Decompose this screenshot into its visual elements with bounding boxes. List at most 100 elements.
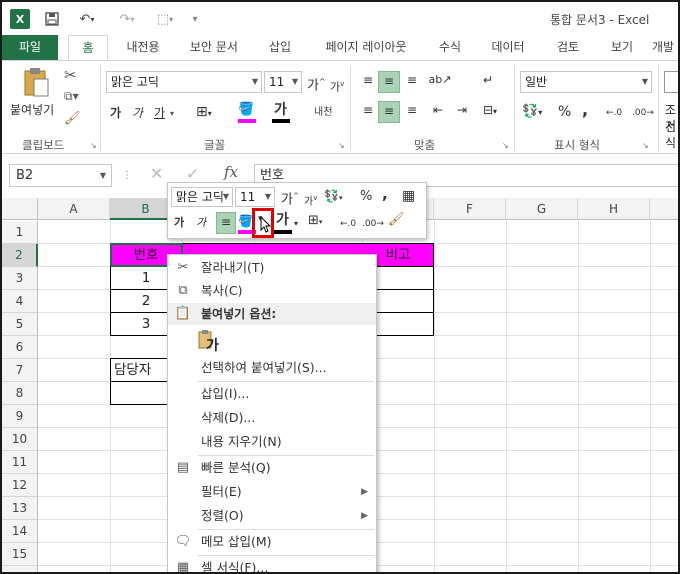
row-header-16[interactable]: 16 bbox=[2, 566, 38, 572]
mini-percent-icon[interactable]: % bbox=[360, 188, 372, 206]
grow-font-icon[interactable]: 가^ bbox=[307, 73, 326, 95]
decrease-indent-icon[interactable]: ⇤ bbox=[428, 101, 448, 121]
underline-dropdown-icon[interactable]: ▾ bbox=[170, 105, 174, 123]
alignment-launcher-icon[interactable]: ↘ bbox=[502, 141, 509, 150]
format-painter-icon[interactable]: 🖌 bbox=[64, 111, 81, 126]
tab-insert[interactable]: 삽입 bbox=[258, 35, 302, 61]
conditional-format-label-2[interactable]: 서식 bbox=[665, 117, 678, 151]
column-header-g[interactable]: G bbox=[506, 198, 578, 220]
mini-format-table-icon[interactable]: ▦ bbox=[402, 187, 415, 205]
merge-center-icon[interactable]: ⊟▾ bbox=[478, 101, 502, 121]
percent-icon[interactable]: % bbox=[558, 103, 571, 121]
row-header-15[interactable]: 15 bbox=[2, 543, 38, 566]
row-header-5[interactable]: 5 bbox=[2, 313, 38, 336]
name-box-splitter-icon[interactable]: ⋮ bbox=[122, 170, 132, 181]
menu-item-format-cells[interactable]: ▦ 셀 서식(F)... bbox=[168, 557, 376, 572]
menu-item-clear-contents[interactable]: 내용 지우기(N) bbox=[168, 431, 376, 453]
align-middle-icon[interactable]: ≡ bbox=[378, 71, 400, 93]
save-icon[interactable] bbox=[42, 9, 62, 29]
mini-comma-icon[interactable]: , bbox=[382, 185, 388, 203]
menu-item-sort[interactable]: 정렬(O) ▶ bbox=[168, 505, 376, 527]
redo-icon[interactable]: ↷ ▾ bbox=[112, 9, 142, 29]
align-left-icon[interactable]: ≡ bbox=[358, 101, 378, 121]
copy-icon[interactable]: ⧉▾ bbox=[64, 89, 79, 104]
cell-b7[interactable]: 담당자 bbox=[114, 359, 170, 381]
align-bottom-icon[interactable]: ≡ bbox=[402, 71, 422, 91]
align-right-icon[interactable]: ≡ bbox=[402, 101, 422, 121]
tab-developer[interactable]: 개발 bbox=[652, 35, 678, 61]
font-size-combo[interactable]: 11 ▼ bbox=[264, 71, 302, 93]
paste-values-option[interactable]: 가 bbox=[198, 329, 224, 357]
row-header-2[interactable]: 2 bbox=[2, 244, 38, 267]
menu-item-quick-analysis[interactable]: ▤ 빠른 분석(Q) bbox=[168, 457, 376, 479]
menu-item-insert-comment[interactable]: 🗨 메모 삽입(M) bbox=[168, 531, 376, 553]
cancel-icon[interactable]: ✕ bbox=[150, 164, 163, 183]
column-header-next[interactable] bbox=[650, 198, 678, 220]
tab-data[interactable]: 데이터 bbox=[482, 35, 534, 61]
row-header-6[interactable]: 6 bbox=[2, 336, 38, 359]
align-center-icon[interactable]: ≡ bbox=[378, 101, 400, 123]
cut-icon[interactable]: ✂ bbox=[64, 66, 77, 84]
select-all-corner[interactable] bbox=[2, 198, 38, 220]
row-header-1[interactable]: 1 bbox=[2, 221, 38, 244]
tab-formulas[interactable]: 수식 bbox=[430, 35, 470, 61]
mini-font-color-icon[interactable]: 가 bbox=[276, 211, 289, 229]
tab-security-doc[interactable]: 보안 문서 bbox=[180, 35, 248, 61]
bold-icon[interactable]: 가 bbox=[110, 104, 121, 122]
column-header-a[interactable]: A bbox=[38, 198, 110, 220]
tab-file[interactable]: 파일 bbox=[2, 35, 58, 61]
mini-shrink-font-icon[interactable]: 가v bbox=[304, 189, 317, 211]
select-icon[interactable]: ⬚ ▾ bbox=[150, 9, 180, 29]
customize-qat-icon[interactable]: ▾ bbox=[188, 9, 202, 29]
row-header-10[interactable]: 10 bbox=[2, 428, 38, 451]
column-header-f[interactable]: F bbox=[434, 198, 506, 220]
enter-icon[interactable]: ✓ bbox=[186, 164, 199, 183]
fill-dropdown-highlight[interactable]: ▾ bbox=[252, 208, 274, 238]
font-color-icon[interactable]: 가 bbox=[274, 101, 287, 119]
increase-decimal-icon[interactable]: ←.0 bbox=[606, 104, 622, 122]
phonetic-icon[interactable]: 내천 bbox=[314, 104, 332, 122]
mini-accounting-icon[interactable]: 💱▾ bbox=[324, 187, 342, 207]
paste-icon[interactable] bbox=[22, 67, 52, 99]
row-header-7[interactable]: 7 bbox=[2, 359, 38, 382]
number-format-combo[interactable]: 일반 ▼ bbox=[520, 71, 652, 93]
mini-center-icon[interactable]: ≡ bbox=[216, 212, 236, 234]
paste-button[interactable]: 붙여넣기 bbox=[10, 101, 54, 118]
orientation-icon[interactable]: ab↗ bbox=[428, 71, 452, 91]
fill-color-icon[interactable]: 🪣 bbox=[238, 101, 254, 119]
underline-icon[interactable]: 가 bbox=[154, 104, 165, 122]
shrink-font-icon[interactable]: 가v bbox=[330, 75, 344, 97]
increase-indent-icon[interactable]: ⇥ bbox=[452, 101, 472, 121]
row-header-14[interactable]: 14 bbox=[2, 520, 38, 543]
menu-item-insert[interactable]: 삽입(I)... bbox=[168, 383, 376, 405]
italic-icon[interactable]: 가 bbox=[132, 104, 143, 122]
row-header-11[interactable]: 11 bbox=[2, 451, 38, 474]
row-header-13[interactable]: 13 bbox=[2, 497, 38, 520]
mini-decrease-decimal-icon[interactable]: .00→ bbox=[362, 215, 384, 233]
mini-italic-icon[interactable]: 가 bbox=[196, 214, 206, 232]
mini-fill-color-icon[interactable]: 🪣 bbox=[238, 212, 253, 230]
name-box[interactable]: B2 ▼ bbox=[9, 164, 112, 187]
tab-review[interactable]: 검토 bbox=[546, 35, 590, 61]
number-launcher-icon[interactable]: ↘ bbox=[642, 141, 649, 150]
decrease-decimal-icon[interactable]: .00→ bbox=[632, 104, 654, 122]
accounting-format-icon[interactable]: 💱▾ bbox=[522, 103, 542, 122]
tab-page-layout[interactable]: 페이지 레이아웃 bbox=[312, 35, 420, 61]
row-header-12[interactable]: 12 bbox=[2, 474, 38, 497]
column-header-h[interactable]: H bbox=[578, 198, 650, 220]
mini-border-icon[interactable]: ⊞▾ bbox=[308, 212, 322, 231]
menu-item-paste-special[interactable]: 선택하여 붙여넣기(S)... bbox=[168, 357, 376, 379]
align-top-icon[interactable]: ≡ bbox=[358, 71, 378, 91]
mini-font-color-dropdown-icon[interactable]: ▾ bbox=[294, 215, 298, 233]
mini-bold-icon[interactable]: 가 bbox=[174, 214, 184, 232]
menu-item-copy[interactable]: ⧉ 복사(C) bbox=[168, 280, 376, 302]
mini-font-size-combo[interactable]: 11 ▼ bbox=[235, 187, 275, 207]
row-header-4[interactable]: 4 bbox=[2, 290, 38, 313]
insert-function-icon[interactable]: fx bbox=[224, 163, 238, 181]
row-header-9[interactable]: 9 bbox=[2, 405, 38, 428]
tab-view[interactable]: 보기 bbox=[600, 35, 644, 61]
mini-font-name-combo[interactable]: 맑은 고딕 ▼ bbox=[171, 187, 233, 207]
conditional-format-icon[interactable] bbox=[664, 71, 678, 93]
clipboard-launcher-icon[interactable]: ↘ bbox=[90, 141, 97, 150]
comma-icon[interactable]: , bbox=[582, 101, 588, 119]
